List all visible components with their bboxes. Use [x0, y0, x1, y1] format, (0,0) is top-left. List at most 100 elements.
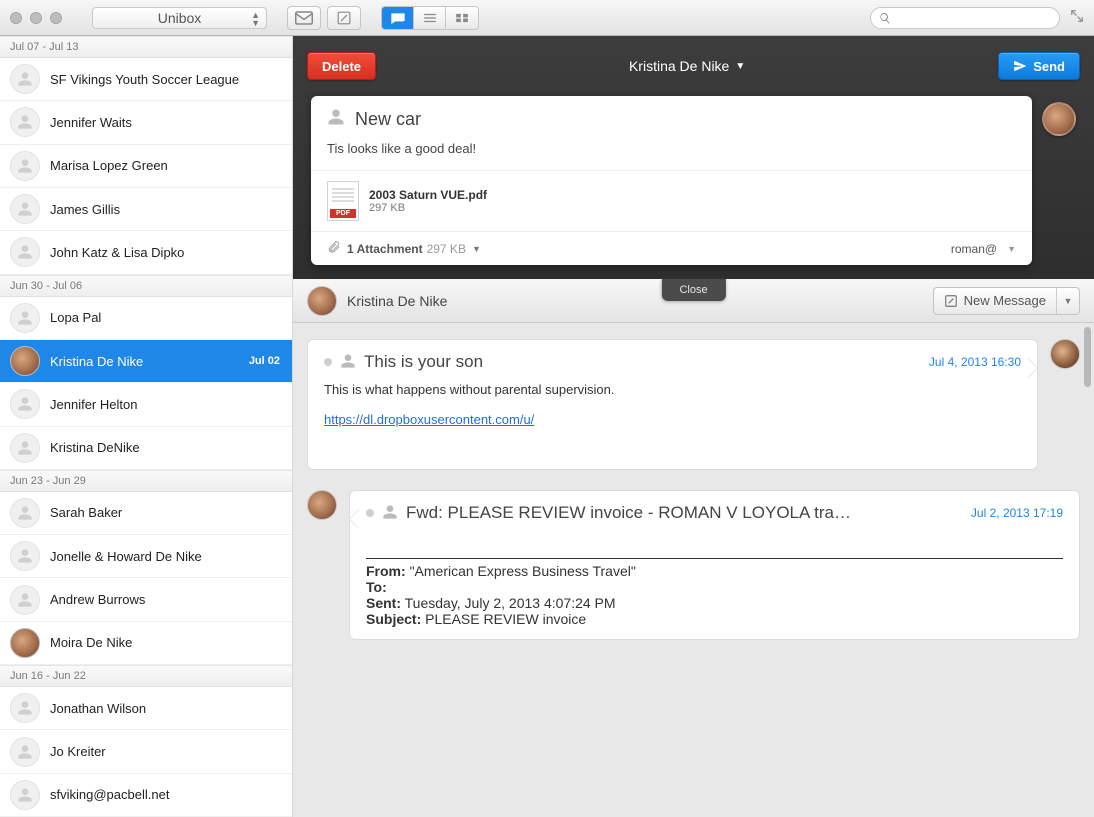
from-email[interactable]: roman@: [951, 242, 997, 256]
pdf-icon: [327, 181, 359, 221]
attachment-row[interactable]: 2003 Saturn VUE.pdf 297 KB: [311, 170, 1032, 231]
contact-list-item[interactable]: Jonelle & Howard De Nike: [0, 535, 292, 578]
search-field[interactable]: [870, 7, 1060, 29]
contact-name-label: Jonathan Wilson: [50, 701, 146, 716]
forwarded-header: From: "American Express Business Travel"…: [366, 533, 1063, 627]
message-subject: Fwd: PLEASE REVIEW invoice - ROMAN V LOY…: [406, 503, 963, 523]
view-grid-button[interactable]: [446, 7, 478, 29]
account-dropdown[interactable]: Unibox ▲▼: [92, 7, 267, 29]
window-titlebar: Unibox ▲▼: [0, 0, 1094, 36]
contact-placeholder-avatar: [10, 389, 40, 419]
compose-body[interactable]: Tis looks like a good deal!: [311, 141, 1032, 170]
traffic-lights: [0, 12, 62, 24]
compose-area: Delete Kristina De Nike ▼ Send New car: [293, 36, 1094, 279]
contact-placeholder-avatar: [10, 433, 40, 463]
chevron-down-icon[interactable]: ▼: [472, 244, 481, 254]
close-compose-tab[interactable]: Close: [661, 279, 725, 301]
contact-name-label: Jonelle & Howard De Nike: [50, 549, 202, 564]
contact-name-label: Moira De Nike: [50, 635, 132, 650]
attachment-count[interactable]: 1 Attachment: [347, 242, 423, 256]
contact-list-item[interactable]: Marisa Lopez Green: [0, 145, 292, 188]
contact-placeholder-avatar: [10, 107, 40, 137]
date-range-header: Jun 16 - Jun 22: [0, 665, 292, 687]
contact-list-item[interactable]: Jo Kreiter: [0, 730, 292, 773]
contact-list-item[interactable]: sfviking@pacbell.net: [0, 774, 292, 817]
view-mode-segment: [381, 6, 479, 30]
contacts-sidebar: Jul 07 - Jul 13 SF Vikings Youth Soccer L…: [0, 36, 293, 817]
date-range-header: Jun 23 - Jun 29: [0, 470, 292, 492]
contact-list-item[interactable]: Jonathan Wilson: [0, 687, 292, 730]
person-icon: [382, 504, 398, 523]
contact-list-item[interactable]: Kristina De NikeJul 02: [0, 340, 292, 383]
message-body: This is what happens without parental su…: [324, 382, 1021, 457]
contact-placeholder-avatar: [10, 693, 40, 723]
new-message-dropdown[interactable]: ▼: [1057, 288, 1079, 314]
contact-placeholder-avatar: [10, 194, 40, 224]
view-conversation-button[interactable]: [382, 7, 414, 29]
view-list-button[interactable]: [414, 7, 446, 29]
contact-list-item[interactable]: Kristina DeNike: [0, 427, 292, 470]
contact-name-label: Kristina DeNike: [50, 440, 140, 455]
contact-name-label: SF Vikings Youth Soccer League: [50, 72, 239, 87]
contact-list-item[interactable]: Andrew Burrows: [0, 578, 292, 621]
attachment-total-size: 297 KB: [427, 242, 466, 256]
attachment-size: 297 KB: [369, 202, 487, 214]
message-list[interactable]: This is your sonJul 4, 2013 16:30This is…: [293, 323, 1094, 817]
contact-placeholder-avatar: [10, 237, 40, 267]
contact-placeholder-avatar: [10, 303, 40, 333]
app-name: Unibox: [158, 10, 202, 26]
scrollbar-thumb[interactable]: [1084, 327, 1091, 387]
search-input[interactable]: [895, 11, 1051, 25]
contact-list-item[interactable]: Jennifer Helton: [0, 383, 292, 426]
message-timestamp: Jul 2, 2013 17:19: [971, 506, 1063, 520]
new-message-button[interactable]: New Message ▼: [933, 287, 1080, 315]
send-icon: [1013, 59, 1027, 73]
contact-name-label: James Gillis: [50, 202, 120, 217]
contact-list-item[interactable]: Lopa Pal: [0, 297, 292, 340]
message-avatar: [307, 490, 337, 520]
compose-subject[interactable]: New car: [355, 109, 421, 130]
chevron-down-icon[interactable]: ▼: [1007, 244, 1016, 254]
contact-list-item[interactable]: John Katz & Lisa Dipko: [0, 231, 292, 274]
contact-name-label: John Katz & Lisa Dipko: [50, 245, 184, 260]
contact-placeholder-avatar: [10, 498, 40, 528]
compose-button[interactable]: [327, 6, 361, 30]
contact-list-item[interactable]: James Gillis: [0, 188, 292, 231]
recipient-avatar: [1042, 102, 1076, 136]
send-button[interactable]: Send: [998, 52, 1080, 80]
chevron-down-icon: ▼: [735, 61, 745, 72]
contact-list-item[interactable]: Jennifer Waits: [0, 101, 292, 144]
contact-list-item[interactable]: Moira De Nike: [0, 622, 292, 665]
contact-placeholder-avatar: [10, 737, 40, 767]
message-bubble[interactable]: This is your sonJul 4, 2013 16:30This is…: [307, 339, 1038, 470]
contact-list-item[interactable]: Sarah Baker: [0, 492, 292, 535]
message-bubble[interactable]: Fwd: PLEASE REVIEW invoice - ROMAN V LOY…: [349, 490, 1080, 640]
minimize-window-button[interactable]: [30, 12, 42, 24]
fullscreen-icon[interactable]: [1070, 9, 1084, 26]
contact-placeholder-avatar: [10, 151, 40, 181]
unread-dot-icon: [324, 358, 332, 366]
contact-placeholder-avatar: [10, 780, 40, 810]
contact-list-item[interactable]: SF Vikings Youth Soccer League: [0, 58, 292, 101]
date-range-header: Jul 07 - Jul 13: [0, 36, 292, 58]
contact-name-label: Marisa Lopez Green: [50, 158, 168, 173]
delete-button[interactable]: Delete: [307, 52, 376, 80]
close-window-button[interactable]: [10, 12, 22, 24]
compose-recipient-dropdown[interactable]: Kristina De Nike ▼: [629, 58, 745, 74]
compose-card: New car Tis looks like a good deal! 2003…: [311, 96, 1032, 265]
attachment-name: 2003 Saturn VUE.pdf: [369, 188, 487, 202]
contact-name-label: Lopa Pal: [50, 310, 101, 325]
person-icon: [327, 108, 345, 131]
zoom-window-button[interactable]: [50, 12, 62, 24]
message-link[interactable]: https://dl.dropboxusercontent.com/u/: [324, 412, 534, 427]
contact-name-label: Sarah Baker: [50, 505, 122, 520]
search-icon: [879, 12, 891, 24]
contact-placeholder-avatar: [10, 585, 40, 615]
contact-name-label: Kristina De Nike: [50, 354, 143, 369]
person-icon: [340, 353, 356, 372]
edit-icon: [944, 294, 958, 308]
contact-name-label: sfviking@pacbell.net: [50, 787, 169, 802]
inbox-button[interactable]: [287, 6, 321, 30]
contact-photo-avatar: [10, 628, 40, 658]
contact-photo-avatar: [10, 346, 40, 376]
